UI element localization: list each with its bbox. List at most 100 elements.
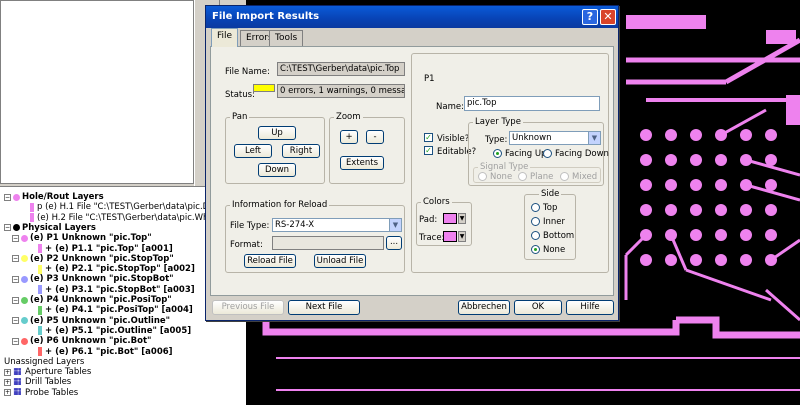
zoom-in-button[interactable]: + [340,130,358,144]
tree-item[interactable]: + ▦ Probe Tables [4,388,78,398]
collapse-icon[interactable]: − [12,275,19,283]
tree-item[interactable]: + (e) P1.1 "pic.Top" [a001] [38,244,173,254]
help-icon[interactable]: ? [582,9,598,25]
side-bottom-radio[interactable] [531,231,540,240]
format-field[interactable] [272,236,384,250]
ok-button[interactable]: OK [514,300,562,315]
tab-file[interactable]: File [211,28,239,47]
tree-item-label: + (e) P3.1 "pic.StopBot" [a003] [45,284,195,295]
collapse-icon[interactable]: − [12,317,19,325]
pan-left-button[interactable]: Left [234,144,272,158]
tree-item-label: Unassigned Layers [4,356,85,367]
pcb-pad [765,179,777,191]
file-type-select[interactable]: RS-274-X ▼ [272,218,402,232]
tree-item-label: + (e) P4.1 "pic.PosiTop" [a004] [45,305,193,316]
tree-item[interactable]: − (e) P4 Unknown "pic.PosiTop" [12,295,172,305]
expand-icon[interactable]: + [4,389,11,397]
chevron-down-icon[interactable]: ▼ [588,132,600,144]
signal-plane-radio[interactable] [518,172,527,181]
tree-item[interactable]: − Physical Layers [4,223,96,233]
chevron-down-icon[interactable]: ▼ [458,231,466,242]
pcb-pad [786,95,800,125]
tree-item[interactable]: + (e) P2.1 "pic.StopTop" [a002] [38,264,195,274]
layer-color-icon [13,193,20,201]
pcb-pad [715,179,727,191]
layer-properties-group: P1 Name: pic.Top ✓ Visible? ✓ Editable? … [411,53,609,273]
pan-up-button[interactable]: Up [258,126,296,140]
help-button[interactable]: Hilfe [566,300,614,315]
close-icon[interactable]: ✕ [600,9,616,25]
side-none-radio[interactable] [531,245,540,254]
side-inner-radio[interactable] [531,217,540,226]
layer-color-icon [21,255,28,263]
layer-color-icon [38,244,42,253]
tree-item[interactable]: p (e) H.1 File "C:\TEST\Gerber\data\pic.… [30,202,215,212]
pcb-trace [685,268,772,302]
tree-item[interactable]: + (e) P5.1 "pic.Outline" [a005] [38,326,191,336]
tree-item[interactable]: − (e) P3 Unknown "pic.StopBot" [12,274,174,284]
dialog-titlebar[interactable]: File Import Results ? ✕ [206,6,618,28]
side-inner-label: Inner [543,217,566,227]
tree-item-label: + (e) P2.1 "pic.StopTop" [a002] [45,264,195,275]
tree-item[interactable]: + ▦ Drill Tables [4,377,71,387]
facing-up-radio[interactable] [493,149,502,158]
tree-item-label: p (e) H.1 File "C:\TEST\Gerber\data\pic.… [37,202,216,213]
collapse-icon[interactable]: − [12,255,19,263]
pan-down-button[interactable]: Down [258,163,296,177]
chevron-down-icon[interactable]: ▼ [389,219,401,231]
reload-file-button[interactable]: Reload File [244,254,296,268]
tree-item[interactable]: (e) H.2 File "C:\TEST\Gerber\data\pic.Wh… [30,213,215,223]
layer-color-icon [21,317,28,325]
tree-item[interactable]: − (e) P6 Unknown "pic.Bot" [12,336,151,346]
tree-item[interactable]: − (e) P2 Unknown "pic.StopTop" [12,254,174,264]
tree-item[interactable]: + (e) P6.1 "pic.Bot" [a006] [38,347,173,357]
trace-color-swatch[interactable] [443,231,457,242]
layer-type-select[interactable]: Unknown ▼ [509,131,601,145]
tree-item-label: + (e) P1.1 "pic.Top" [a001] [45,243,173,254]
expand-icon[interactable]: + [4,378,11,386]
expand-icon[interactable]: + [4,368,11,376]
facing-down-radio[interactable] [543,149,552,158]
signal-none-radio[interactable] [478,172,487,181]
visible-checkbox[interactable]: ✓ [424,133,433,142]
tree-item[interactable]: − (e) P1 Unknown "pic.Top" [12,233,152,243]
tree-item[interactable]: − (e) P5 Unknown "pic.Outline" [12,316,170,326]
pcb-pad [665,179,677,191]
tree-item-label: Aperture Tables [25,367,92,378]
tree-item[interactable]: + (e) P4.1 "pic.PosiTop" [a004] [38,305,193,315]
zoom-extents-button[interactable]: Extents [340,156,384,170]
tab-tools[interactable]: Tools [269,30,304,46]
tree-item[interactable]: − Hole/Rout Layers [4,192,104,202]
pad-color-swatch[interactable] [443,213,457,224]
pcb-pad [740,229,752,241]
side-top-radio[interactable] [531,203,540,212]
cancel-button[interactable]: Abbrechen [458,300,510,315]
collapse-icon[interactable]: − [12,296,19,304]
editable-checkbox[interactable]: ✓ [424,146,433,155]
unload-file-button[interactable]: Unload File [314,254,366,268]
pcb-pad [640,179,652,191]
next-file-button[interactable]: Next File [288,300,360,315]
tree-item-label: Drill Tables [25,377,72,388]
collapse-icon[interactable]: − [12,234,19,242]
collapse-icon[interactable]: − [4,193,11,201]
layer-name-input[interactable]: pic.Top [464,96,600,111]
tree-item[interactable]: + (e) P3.1 "pic.StopBot" [a003] [38,285,195,295]
chevron-down-icon[interactable]: ▼ [458,213,466,224]
previous-file-button[interactable]: Previous File [212,300,284,315]
tree-item[interactable]: Unassigned Layers [4,357,84,367]
collapse-icon[interactable]: − [12,337,19,345]
browse-button[interactable]: ... [386,236,402,250]
pan-right-button[interactable]: Right [282,144,320,158]
pcb-pad [766,30,796,44]
signal-mixed-radio[interactable] [560,172,569,181]
collapse-icon[interactable]: − [4,224,11,232]
tree-item-label: (e) P4 Unknown "pic.PosiTop" [30,295,172,305]
tree-item[interactable]: + ▦ Aperture Tables [4,367,91,377]
table-icon: ▦ [13,376,22,387]
pcb-trace [770,238,800,262]
layer-color-icon [21,296,28,304]
zoom-out-button[interactable]: - [366,130,384,144]
dialog-title: File Import Results [212,11,320,22]
pcb-pad [690,254,702,266]
